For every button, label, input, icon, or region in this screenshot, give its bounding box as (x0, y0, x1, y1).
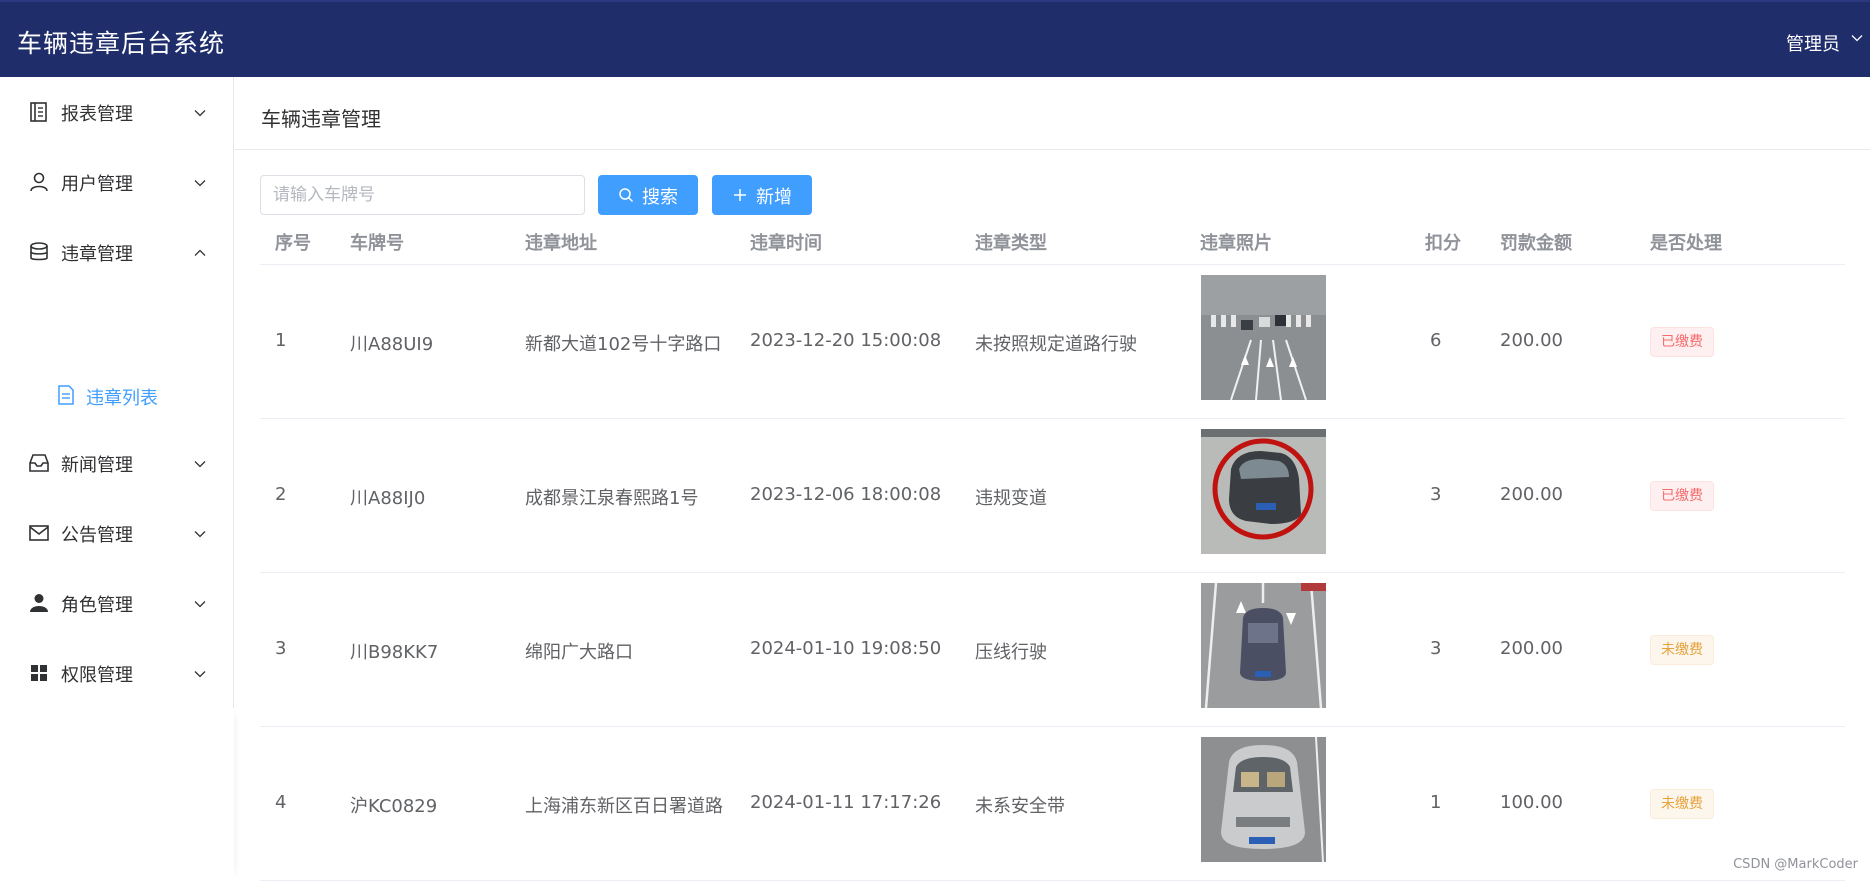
column-header-status: 是否处理 (1650, 233, 1722, 254)
sidebar-item-violations[interactable]: 违章管理 (0, 217, 234, 287)
cell-fine: 100.00 (1500, 792, 1563, 813)
cell-plate: 川B98KK7 (350, 642, 439, 663)
column-header-points: 扣分 (1425, 233, 1461, 254)
cell-points: 3 (1430, 638, 1442, 659)
chevron-down-icon (194, 461, 206, 468)
watermark: CSDN @MarkCoder (1733, 857, 1858, 872)
search-button-label: 搜索 (642, 187, 678, 208)
column-header-index: 序号 (275, 233, 311, 254)
column-header-type: 违章类型 (975, 233, 1047, 254)
column-header-plate: 车牌号 (350, 233, 404, 254)
cell-address: 上海浦东新区百日署道路 (525, 796, 723, 817)
sidebar-item-label: 权限管理 (61, 665, 133, 686)
column-header-photo: 违章照片 (1200, 233, 1272, 254)
sidebar-empty-area (0, 708, 234, 880)
cell-type: 压线行驶 (975, 642, 1047, 663)
cell-points: 6 (1430, 330, 1442, 351)
main-content: 车辆违章管理 搜索 新增 序号 车牌号 违章地址 违章时间 违章类型 违章照片 … (235, 77, 1870, 881)
chevron-down-icon (194, 671, 206, 678)
chevron-down-icon[interactable] (1850, 31, 1864, 45)
sidebar-item-label: 报表管理 (61, 104, 133, 125)
search-button[interactable]: 搜索 (598, 175, 698, 215)
cell-points: 3 (1430, 484, 1442, 505)
cell-fine: 200.00 (1500, 484, 1563, 505)
chevron-down-icon (194, 601, 206, 608)
sidebar-item-roles[interactable]: 角色管理 (0, 568, 234, 638)
car-circled-photo[interactable] (1201, 429, 1326, 554)
status-badge: 已缴费 (1650, 481, 1714, 511)
add-button-label: 新增 (756, 187, 792, 208)
cell-type: 未按照规定道路行驶 (975, 334, 1137, 355)
sidebar-subitem-label: 违章列表 (86, 388, 158, 409)
chevron-down-icon (194, 180, 206, 187)
search-icon (619, 188, 634, 203)
breadcrumb: 车辆违章管理 (261, 107, 381, 131)
role-icon (30, 594, 48, 612)
sidebar-subitem-violation-list[interactable]: 违章列表 (0, 362, 234, 428)
cell-plate: 沪KC0829 (350, 796, 438, 817)
document-icon (58, 385, 74, 405)
cell-time: 2024-01-11 17:17:26 (750, 792, 942, 813)
top-header: 车辆违章后台系统 管理员 (0, 0, 1870, 77)
cell-index: 3 (275, 638, 287, 659)
sidebar-item-label: 新闻管理 (61, 455, 133, 476)
sidebar-item-news[interactable]: 新闻管理 (0, 428, 234, 498)
status-badge: 已缴费 (1650, 327, 1714, 357)
lane-car-photo[interactable] (1201, 583, 1326, 708)
chevron-up-icon (194, 249, 206, 256)
cell-index: 2 (275, 484, 287, 505)
sidebar-item-report[interactable]: 报表管理 (0, 77, 234, 147)
sidebar-item-label: 角色管理 (61, 595, 133, 616)
header-divider (235, 149, 1870, 150)
intersection-photo[interactable] (1201, 275, 1326, 400)
cell-plate: 川A88IJ0 (350, 488, 426, 509)
cell-type: 未系安全带 (975, 796, 1065, 817)
app-title: 车辆违章后台系统 (17, 29, 226, 58)
sidebar-item-label: 违章管理 (61, 244, 133, 265)
cell-points: 1 (1430, 792, 1442, 813)
table-row[interactable]: 1 川A88UI9 新都大道102号十字路口 2023-12-20 15:00:… (260, 265, 1845, 419)
table-header: 序号 车牌号 违章地址 违章时间 违章类型 违章照片 扣分 罚款金额 是否处理 (260, 217, 1845, 265)
front-car-photo[interactable] (1201, 737, 1326, 862)
plus-icon (734, 189, 746, 201)
cell-fine: 200.00 (1500, 330, 1563, 351)
add-button[interactable]: 新增 (712, 175, 812, 215)
cell-index: 1 (275, 330, 287, 351)
cell-time: 2023-12-20 15:00:08 (750, 330, 942, 351)
status-badge: 未缴费 (1650, 789, 1714, 819)
cell-index: 4 (275, 792, 287, 813)
cell-address: 绵阳广大路口 (525, 642, 633, 663)
column-header-time: 违章时间 (750, 233, 822, 254)
cell-address: 成都景江泉春熙路1号 (525, 488, 699, 509)
cell-plate: 川A88UI9 (350, 334, 434, 355)
sidebar-item-users[interactable]: 用户管理 (0, 147, 234, 217)
cell-time: 2024-01-10 19:08:50 (750, 638, 942, 659)
mail-icon (29, 525, 49, 541)
sidebar-item-permissions[interactable]: 权限管理 (0, 638, 234, 708)
user-icon (30, 172, 48, 192)
cell-type: 违规变道 (975, 488, 1047, 509)
cell-time: 2023-12-06 18:00:08 (750, 484, 942, 505)
table-row[interactable]: 4 沪KC0829 上海浦东新区百日署道路 2024-01-11 17:17:2… (260, 727, 1845, 881)
sidebar-item-label: 用户管理 (61, 174, 133, 195)
cell-address: 新都大道102号十字路口 (525, 334, 722, 355)
sidebar-item-announcements[interactable]: 公告管理 (0, 498, 234, 568)
database-icon (30, 242, 48, 261)
table-row[interactable]: 2 川A88IJ0 成都景江泉春熙路1号 2023-12-06 18:00:08… (260, 419, 1845, 573)
cell-fine: 200.00 (1500, 638, 1563, 659)
sidebar: 报表管理 用户管理 违章管理 违章列表 新闻管理 公告管理 角色管理 权限管理 (0, 77, 234, 880)
inbox-icon (29, 454, 49, 472)
report-icon (30, 102, 47, 122)
table-row[interactable]: 3 川B98KK7 绵阳广大路口 2024-01-10 19:08:50 压线行… (260, 573, 1845, 727)
column-header-fine: 罚款金额 (1500, 233, 1572, 254)
grid-icon (31, 665, 47, 681)
column-header-address: 违章地址 (525, 233, 597, 254)
sidebar-item-label: 公告管理 (61, 525, 133, 546)
chevron-down-icon (194, 110, 206, 117)
admin-user-menu[interactable]: 管理员 (1786, 30, 1840, 56)
plate-search-input[interactable] (260, 175, 585, 215)
chevron-down-icon (194, 531, 206, 538)
status-badge: 未缴费 (1650, 635, 1714, 665)
